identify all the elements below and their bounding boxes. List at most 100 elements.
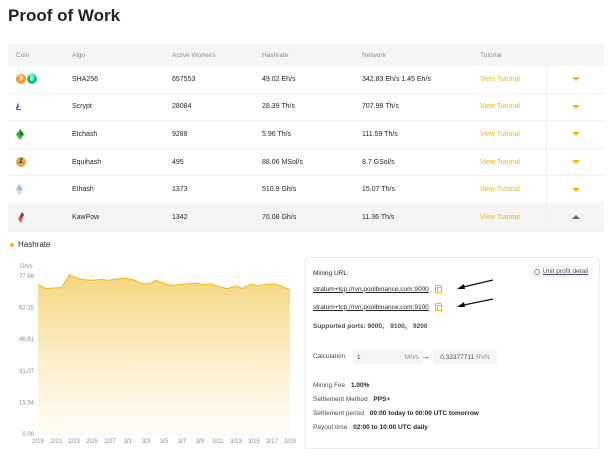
payout-time-row: Payout time 02:00 to 10:00 UTC daily — [313, 424, 428, 431]
view-tutorial-link[interactable]: View Tutorial — [480, 103, 546, 110]
x-tick-label: 3/3 — [142, 439, 151, 445]
hashrate-cell: 28.39 Th/s — [262, 103, 295, 111]
ltc-icon: Ł — [16, 101, 22, 112]
y-tick-label: 15.54 — [19, 400, 35, 406]
unit-profit-label: Unit profit detail — [542, 268, 588, 275]
zec-icon: Z — [16, 157, 26, 168]
workers-cell: 657553 — [172, 75, 196, 83]
chevron-down-icon — [571, 160, 580, 165]
algo-cell: KawPow — [72, 213, 100, 221]
x-tick-label: 3/17 — [266, 439, 278, 445]
x-tick-label: 3/9 — [196, 439, 205, 445]
header-algo: Algo — [72, 51, 86, 59]
network-cell: 342.83 Eh/s 1.45 Eh/s — [362, 75, 431, 83]
x-tick-label: 3/11 — [212, 439, 224, 445]
table-row[interactable]: Ethash 1373 510.9 Gh/s 15.07 Th/s View T… — [8, 176, 604, 204]
collapse-toggle[interactable] — [546, 203, 604, 231]
settlement-period-label: Settlement period — [313, 410, 364, 417]
x-tick-label: 2/25 — [86, 439, 98, 445]
workers-cell: 28084 — [172, 103, 192, 111]
chevron-down-icon — [571, 77, 580, 82]
rvn-icon — [18, 211, 24, 223]
hashrate-cell: 88.06 MSol/s — [262, 158, 303, 166]
mining-url-link[interactable]: stratum+tcp://rvn.poolbinance.com:9100 — [313, 304, 429, 311]
arrow-annotation-icon — [457, 279, 494, 289]
settlement-method-value: PPS+ — [373, 396, 391, 403]
algo-cell: Etchash — [72, 130, 98, 138]
x-tick-label: 3/19 — [284, 439, 296, 445]
expand-toggle[interactable] — [546, 148, 604, 176]
chevron-down-icon — [571, 132, 580, 137]
page-title: Proof of Work — [8, 6, 121, 25]
copy-icon[interactable] — [434, 285, 442, 293]
workers-cell: 495 — [172, 158, 184, 166]
y-tick-label: 31.07 — [19, 369, 35, 375]
calculation-input[interactable]: 1 Mh/s — [353, 350, 423, 364]
hashrate-chart: 0.00 15.54 31.07 46.61 62.15 77.68 2/19 2/21 2/… — [0, 256, 300, 456]
calculation-result: 0.33377711 RVN — [433, 350, 497, 364]
y-axis-label: Gh/s — [20, 264, 33, 270]
x-tick-label: 3/13 — [230, 439, 242, 445]
x-tick-label: 3/15 — [248, 439, 260, 445]
unit-profit-detail-button[interactable]: Unit profit detail — [528, 266, 593, 277]
mining-url-label: Mining URL: — [313, 270, 349, 277]
table-row[interactable]: KawPow 1342 70.08 Gh/s 11.36 Th/s View T… — [8, 203, 604, 232]
x-tick-label: 2/19 — [32, 439, 44, 445]
network-cell: 15.07 Th/s — [362, 186, 395, 194]
settlement-method-row: Settlement Method PPS+ — [313, 396, 390, 403]
supported-ports: Supported ports: 9000、 9100、 9200 — [313, 323, 428, 330]
hashrate-cell: 49.02 Eh/s — [262, 75, 296, 83]
chevron-up-icon — [571, 215, 580, 220]
algo-cell: Ethash — [72, 186, 94, 194]
calc-result-value: 0.33377711 — [440, 353, 475, 361]
table-row[interactable]: Z Equihash 495 88.06 MSol/s 8.7 GSol/s V… — [8, 148, 604, 177]
network-cell: 8.7 GSol/s — [362, 158, 395, 166]
mining-url-link[interactable]: stratum+tcp://rvn.poolbinance.com:9000 — [313, 286, 429, 293]
pools-table: Coin Algo Active Workers Hashrate Networ… — [8, 44, 604, 232]
y-tick-label: 62.15 — [19, 306, 35, 312]
copy-icon[interactable] — [434, 303, 442, 311]
header-hashrate: Hashrate — [262, 51, 289, 59]
network-cell: 11.36 Th/s — [362, 213, 395, 221]
expand-toggle[interactable] — [546, 176, 604, 203]
mining-url-row: stratum+tcp://rvn.poolbinance.com:9100 — [313, 303, 442, 311]
settlement-period-row: Settlement period 00:00 today to 00:00 U… — [313, 410, 479, 417]
view-tutorial-link[interactable]: View Tutorial — [480, 159, 546, 166]
view-tutorial-link[interactable]: View Tutorial — [480, 214, 546, 221]
header-coin: Coin — [16, 51, 30, 59]
etc-icon — [16, 128, 24, 140]
bullet-dot-icon — [10, 242, 14, 247]
x-tick-label: 2/21 — [50, 439, 62, 445]
expand-toggle[interactable] — [546, 93, 604, 121]
mining-url-row: stratum+tcp://rvn.poolbinance.com:9000 — [313, 285, 442, 293]
info-icon — [533, 268, 540, 275]
calc-result-unit: RVN — [476, 353, 490, 361]
calc-value: 1 — [357, 353, 361, 361]
chevron-down-icon — [571, 104, 580, 109]
mining-fee-value: 1.00% — [350, 382, 370, 389]
table-row[interactable]: Etchash 9288 5.96 Th/s 111.59 Th/s View … — [8, 121, 604, 149]
network-cell: 111.59 Th/s — [362, 130, 398, 138]
hashrate-section-title: Hashrate — [10, 240, 50, 249]
view-tutorial-link[interactable]: View Tutorial — [480, 76, 546, 83]
mining-fee-row: Mining Fee 1.00% — [313, 382, 369, 389]
table-row[interactable]: ₿ ₿ SHA256 657553 49.02 Eh/s 342.83 Eh/s… — [8, 66, 604, 94]
settlement-period-value: 00:00 today to 00:00 UTC tomorrow — [369, 410, 479, 417]
calculation-label: Calculation — [313, 353, 346, 360]
table-header: Coin Algo Active Workers Hashrate Networ… — [8, 44, 604, 66]
view-tutorial-link[interactable]: View Tutorial — [480, 131, 546, 138]
x-tick-label: 3/7 — [178, 439, 187, 445]
table-row[interactable]: Ł Scrypt 28084 28.39 Th/s 707.98 Th/s Vi… — [8, 93, 604, 122]
workers-cell: 1373 — [172, 186, 188, 194]
hashrate-title: Hashrate — [18, 240, 51, 249]
expand-toggle[interactable] — [546, 66, 604, 93]
y-tick-label: 77.68 — [19, 274, 35, 280]
hashrate-chart-svg: 0.00 15.54 31.07 46.61 62.15 77.68 2/19 2/21 2/… — [19, 264, 297, 445]
y-tick-label: 46.61 — [19, 337, 35, 343]
expand-toggle[interactable] — [546, 121, 604, 148]
y-tick-label: 0.00 — [22, 432, 34, 438]
payout-time-label: Payout time — [313, 424, 348, 431]
view-tutorial-link[interactable]: View Tutorial — [480, 186, 546, 193]
header-network: Network — [362, 51, 386, 59]
area-fill — [38, 274, 290, 434]
